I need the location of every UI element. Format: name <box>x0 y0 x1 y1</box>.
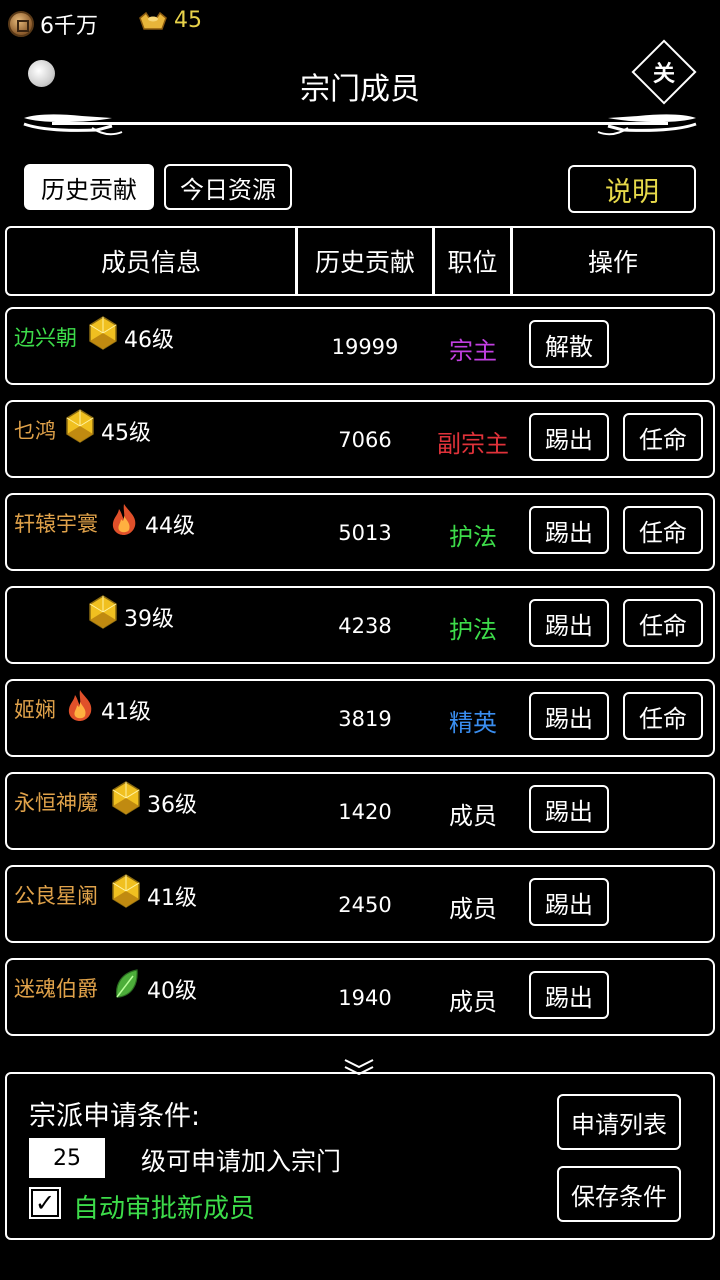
check-icon: ✓ <box>34 1189 56 1217</box>
member-level: 39级 <box>124 607 174 632</box>
member-level: 36级 <box>147 793 197 818</box>
kick-button[interactable]: 踢出 <box>529 785 609 833</box>
member-row: 迷魂伯爵 40级 1940 成员 踢出 <box>5 958 715 1036</box>
member-name: 乜鸿 <box>14 419 56 443</box>
member-contribution: 19999 <box>331 335 399 359</box>
kick-button[interactable]: 踢出 <box>529 506 609 554</box>
page-title: 宗门成员 <box>300 72 420 107</box>
member-row: 39级 4238 护法 踢出 任命 <box>5 586 715 664</box>
member-contribution: 3819 <box>338 707 392 731</box>
kick-button[interactable]: 踢出 <box>529 878 609 926</box>
appoint-button[interactable]: 任命 <box>623 692 703 740</box>
copper-coin-icon <box>8 11 34 37</box>
member-contribution: 7066 <box>338 428 392 452</box>
gold-gem-icon <box>89 595 117 629</box>
flame-icon <box>68 690 92 721</box>
member-row: 永恒神魔 36级 1420 成员 踢出 <box>5 772 715 850</box>
coin-balance: 6千万 <box>8 8 98 40</box>
tab-history-contribution[interactable]: 历史贡献 <box>24 164 154 210</box>
member-contribution: 2450 <box>338 893 392 917</box>
member-position: 副宗主 <box>437 430 509 458</box>
kick-button[interactable]: 踢出 <box>529 599 609 647</box>
gold-gem-icon <box>112 874 140 908</box>
flame-icon <box>112 504 136 535</box>
column-actions: 操作 <box>587 248 638 277</box>
decorative-divider <box>23 114 697 136</box>
tab-today-resources[interactable]: 今日资源 <box>164 164 292 210</box>
member-contribution: 1940 <box>338 986 392 1010</box>
appoint-button[interactable]: 任命 <box>623 506 703 554</box>
member-position: 成员 <box>449 802 497 830</box>
member-position: 护法 <box>449 523 497 551</box>
kick-button[interactable]: 踢出 <box>529 413 609 461</box>
member-row: 乜鸿 45级 7066 副宗主 踢出 任命 <box>5 400 715 478</box>
member-row: 公良星阑 41级 2450 成员 踢出 <box>5 865 715 943</box>
kick-button[interactable]: 踢出 <box>529 971 609 1019</box>
auto-approve-checkbox[interactable]: ✓ <box>29 1187 61 1219</box>
member-level: 41级 <box>147 886 197 911</box>
ingot-balance: 45 <box>138 8 202 33</box>
gold-gem-icon <box>89 316 117 350</box>
column-member-info: 成员信息 <box>100 248 201 277</box>
member-position: 精英 <box>449 709 497 737</box>
gold-gem-icon <box>112 781 140 815</box>
member-level: 44级 <box>145 514 195 539</box>
member-name: 公良星阑 <box>14 884 98 908</box>
ingot-value: 45 <box>174 8 202 33</box>
auto-approve-label: 自动审批新成员 <box>73 1194 256 1224</box>
member-contribution: 1420 <box>338 800 392 824</box>
disband-button[interactable]: 解散 <box>529 320 609 368</box>
level-requirement-input[interactable]: 25 <box>29 1138 105 1178</box>
apply-conditions-panel: 宗派申请条件: 25 级可申请加入宗门 ✓ 自动审批新成员 申请列表 保存条件 <box>5 1072 715 1240</box>
level-requirement-label: 级可申请加入宗门 <box>141 1147 342 1176</box>
member-level: 45级 <box>101 421 151 446</box>
member-name: 轩辕宇寰 <box>14 512 98 536</box>
member-level: 41级 <box>101 700 151 725</box>
gold-ingot-icon <box>139 11 167 30</box>
appoint-button[interactable]: 任命 <box>623 599 703 647</box>
appoint-button[interactable]: 任命 <box>623 413 703 461</box>
leaf-icon <box>116 969 138 998</box>
member-name: 边兴朝 <box>14 326 77 350</box>
explain-button[interactable]: 说明 <box>568 165 696 213</box>
member-position: 护法 <box>449 616 497 644</box>
member-position: 宗主 <box>449 337 497 365</box>
apply-list-button[interactable]: 申请列表 <box>557 1094 681 1150</box>
member-name: 永恒神魔 <box>14 791 98 815</box>
member-contribution: 4238 <box>338 614 392 638</box>
member-contribution: 5013 <box>338 521 392 545</box>
member-row: 轩辕宇寰 44级 5013 护法 踢出 任命 <box>5 493 715 571</box>
kick-button[interactable]: 踢出 <box>529 692 609 740</box>
close-button-label: 关 <box>652 62 675 87</box>
apply-conditions-title: 宗派申请条件: <box>29 1101 201 1132</box>
table-header: 成员信息 历史贡献 职位 操作 <box>5 226 715 296</box>
column-position: 职位 <box>447 248 498 277</box>
member-position: 成员 <box>449 988 497 1016</box>
coin-value: 6千万 <box>40 14 98 39</box>
gold-gem-icon <box>66 409 94 443</box>
column-contribution: 历史贡献 <box>314 248 415 277</box>
save-conditions-button[interactable]: 保存条件 <box>557 1166 681 1222</box>
member-level: 40级 <box>147 979 197 1004</box>
member-position: 成员 <box>449 895 497 923</box>
member-name: 姬娴 <box>14 698 56 722</box>
member-row: 边兴朝 46级 19999 宗主 解散 <box>5 307 715 385</box>
member-row: 姬娴 41级 3819 精英 踢出 任命 <box>5 679 715 757</box>
member-level: 46级 <box>124 328 174 353</box>
member-name: 迷魂伯爵 <box>14 977 98 1001</box>
